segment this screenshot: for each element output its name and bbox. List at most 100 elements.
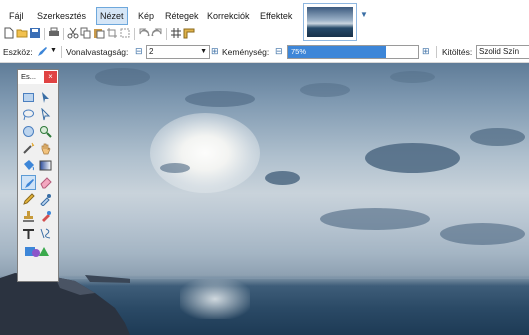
cloud bbox=[365, 143, 460, 173]
eraser-icon bbox=[40, 177, 52, 189]
pan-tool[interactable] bbox=[38, 141, 53, 156]
tools-window: Es... × bbox=[17, 69, 59, 282]
magnifier-icon bbox=[40, 126, 52, 138]
paintbrush-tool-icon bbox=[25, 179, 34, 188]
menu-layers[interactable]: Rétegek bbox=[162, 8, 202, 24]
tool-options-bar: Eszköz: ▼ Vonalvastagság: ⊟ 2 ▼ ⊞ Kemény… bbox=[0, 42, 529, 63]
decrease-hardness-icon[interactable]: ⊟ bbox=[275, 46, 283, 57]
save-icon[interactable] bbox=[29, 27, 41, 39]
brush-width-value: 2 bbox=[149, 47, 154, 56]
zoom-tool[interactable] bbox=[38, 124, 53, 139]
standard-toolbar bbox=[0, 27, 300, 41]
gradient-icon bbox=[39, 160, 52, 171]
brush-width-field[interactable]: 2 ▼ bbox=[146, 45, 210, 59]
menu-adjustments[interactable]: Korrekciók bbox=[204, 8, 253, 24]
hardness-value: 75% bbox=[291, 47, 307, 56]
open-folder-icon[interactable] bbox=[16, 27, 28, 39]
ellipse-select-icon bbox=[23, 126, 34, 137]
magic-wand-icon bbox=[23, 142, 35, 154]
rectangle-select-tool[interactable] bbox=[21, 90, 36, 105]
pencil-tool[interactable] bbox=[21, 192, 36, 207]
menu-edit[interactable]: Szerkesztés bbox=[34, 8, 89, 24]
move-cursor-icon bbox=[42, 92, 49, 103]
recolor-icon bbox=[42, 211, 51, 222]
tool-label: Eszköz: bbox=[3, 47, 33, 57]
new-file-icon[interactable] bbox=[3, 27, 15, 39]
cloud bbox=[440, 223, 525, 245]
line-curve-tool[interactable] bbox=[38, 226, 53, 241]
cloud bbox=[265, 171, 300, 185]
menu-effects[interactable]: Effektek bbox=[257, 8, 295, 24]
cloud bbox=[95, 68, 150, 86]
magic-wand-tool[interactable] bbox=[21, 141, 36, 156]
increase-width-icon[interactable]: ⊞ bbox=[211, 46, 219, 57]
grid-icon[interactable] bbox=[170, 27, 182, 39]
pencil-icon bbox=[23, 193, 35, 205]
menu-view[interactable]: Nézet bbox=[96, 7, 128, 25]
gradient-tool[interactable] bbox=[38, 158, 53, 173]
toolbar-separator bbox=[134, 28, 135, 40]
toolbar-separator bbox=[436, 46, 437, 58]
toolbar-separator bbox=[44, 28, 45, 40]
crop-to-selection-icon[interactable] bbox=[106, 27, 118, 39]
thumbnail-image bbox=[307, 7, 353, 37]
move-selection-tool[interactable] bbox=[38, 107, 53, 122]
hand-icon bbox=[41, 143, 51, 155]
image-thumbnail-tab[interactable] bbox=[303, 3, 357, 41]
hardness-slider[interactable]: 75% bbox=[287, 45, 419, 59]
toolbar-separator bbox=[61, 46, 62, 58]
ruler-icon[interactable] bbox=[183, 27, 195, 39]
menu-bar: Fájl Szerkesztés Nézet Kép Rétegek Korre… bbox=[0, 0, 529, 27]
width-dropdown-icon[interactable]: ▼ bbox=[200, 46, 207, 58]
cut-icon[interactable] bbox=[67, 27, 79, 39]
lasso-select-tool[interactable] bbox=[21, 107, 36, 122]
thumbnail-dropdown-icon[interactable]: ▼ bbox=[360, 10, 368, 19]
sun-reflection bbox=[180, 279, 250, 319]
undo-icon[interactable] bbox=[138, 27, 150, 39]
menu-file[interactable]: Fájl bbox=[6, 8, 27, 24]
fill-label: Kitöltés: bbox=[442, 47, 473, 57]
sun-glow bbox=[150, 113, 260, 193]
paint-bucket-icon bbox=[24, 160, 34, 171]
tools-window-title: Es... bbox=[21, 72, 37, 81]
paste-icon[interactable] bbox=[93, 27, 105, 39]
rectangle-select-icon bbox=[23, 93, 34, 102]
shapes-icon bbox=[25, 247, 49, 257]
cloud bbox=[300, 83, 350, 97]
toolbar-separator bbox=[166, 28, 167, 40]
text-t-icon bbox=[23, 229, 34, 239]
redo-icon[interactable] bbox=[151, 27, 163, 39]
shapes-tool[interactable] bbox=[21, 244, 53, 259]
deselect-icon[interactable] bbox=[119, 27, 131, 39]
eyedropper-icon bbox=[40, 194, 51, 206]
copy-icon[interactable] bbox=[80, 27, 92, 39]
close-button[interactable]: × bbox=[44, 71, 57, 83]
recolor-tool[interactable] bbox=[38, 209, 53, 224]
paintbrush-tool[interactable] bbox=[21, 175, 36, 190]
clone-stamp-tool[interactable] bbox=[21, 209, 36, 224]
decrease-width-icon[interactable]: ⊟ bbox=[135, 46, 143, 57]
menu-image[interactable]: Kép bbox=[135, 8, 157, 24]
toolbar-separator bbox=[63, 28, 64, 40]
text-tool[interactable] bbox=[21, 226, 36, 241]
paint-bucket-tool[interactable] bbox=[21, 158, 36, 173]
fill-select[interactable]: Szolid Szín bbox=[476, 45, 529, 59]
cloud bbox=[320, 208, 430, 230]
brush-width-label: Vonalvastagság: bbox=[66, 47, 129, 57]
stamp-icon bbox=[23, 211, 34, 222]
paintbrush-icon[interactable] bbox=[36, 46, 48, 58]
tool-dropdown-icon[interactable]: ▼ bbox=[50, 47, 57, 54]
ellipse-select-tool[interactable] bbox=[21, 124, 36, 139]
print-icon[interactable] bbox=[48, 27, 60, 39]
cloud bbox=[185, 91, 255, 107]
eraser-tool[interactable] bbox=[38, 175, 53, 190]
tools-window-titlebar[interactable]: Es... × bbox=[18, 70, 58, 84]
cloud bbox=[470, 128, 525, 146]
cloud bbox=[390, 71, 435, 83]
increase-hardness-icon[interactable]: ⊞ bbox=[422, 46, 430, 57]
hardness-label: Keménység: bbox=[222, 47, 270, 57]
image-canvas[interactable] bbox=[0, 63, 529, 335]
line-curve-icon bbox=[40, 228, 51, 239]
move-selected-tool[interactable] bbox=[38, 90, 53, 105]
color-picker-tool[interactable] bbox=[38, 192, 53, 207]
